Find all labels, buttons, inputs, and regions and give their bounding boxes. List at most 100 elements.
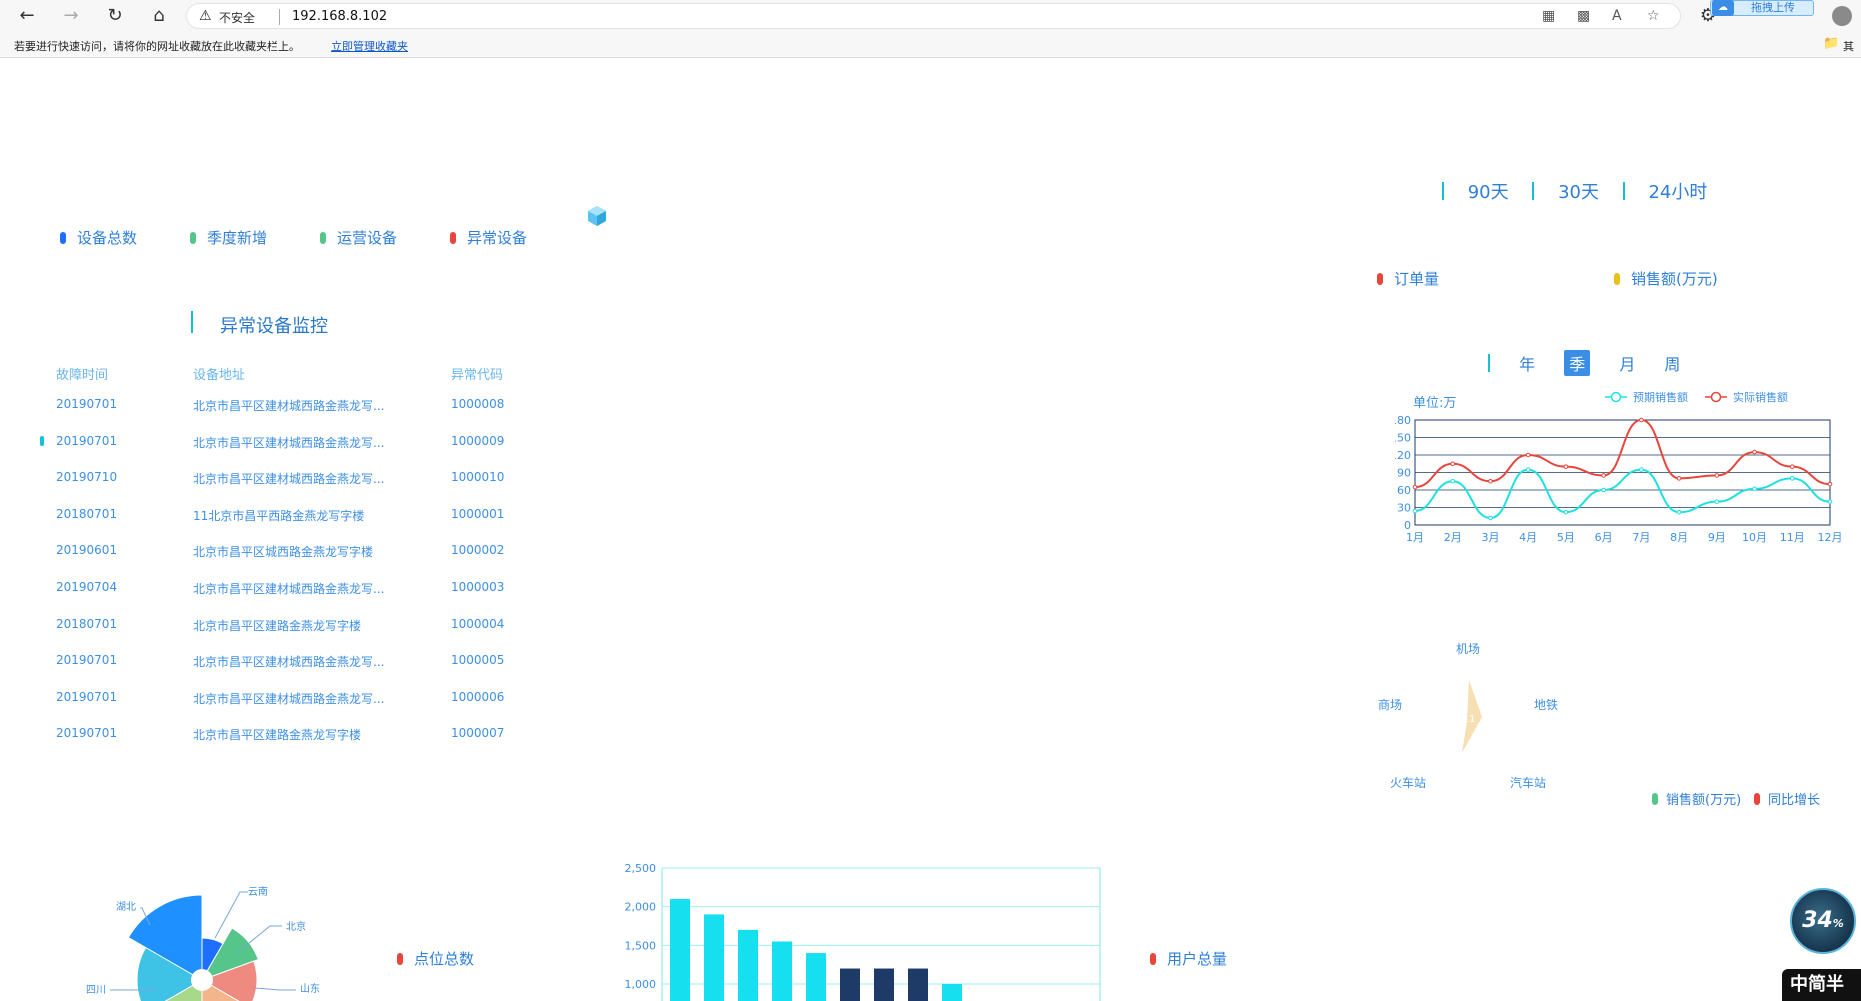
badge-unit: %: [1832, 917, 1844, 930]
selected-row-marker: [40, 436, 44, 446]
x-tick-label: 2月: [1444, 531, 1462, 544]
legend-dot: [190, 232, 196, 244]
legend-operating-devices[interactable]: 运营设备: [320, 227, 397, 248]
x-tick-label: 11月: [1780, 531, 1805, 544]
x-tick-label: 7月: [1632, 531, 1650, 544]
tab-month[interactable]: 月: [1619, 351, 1635, 375]
legend-sales-volume[interactable]: 销售额(万元): [1652, 789, 1741, 808]
qr-icon[interactable]: ▩: [1577, 8, 1590, 24]
legend-quarter-new[interactable]: 季度新增: [190, 227, 267, 248]
legend-point-total[interactable]: 点位总数: [397, 948, 474, 969]
series-point: [1563, 464, 1569, 469]
x-tick-label: 1月: [1406, 531, 1424, 544]
tab-divider: [1532, 182, 1535, 200]
folder-icon[interactable]: 📁: [1823, 36, 1839, 51]
bar: [670, 898, 690, 1001]
url-text[interactable]: 192.168.8.102: [292, 9, 387, 24]
legend-dot: [1652, 793, 1658, 805]
y-tick-label: 90: [1397, 467, 1411, 480]
table-cell-code: 1000001: [451, 506, 505, 521]
y-tick-label: 2,000: [625, 901, 657, 914]
rose-label: 四川: [86, 985, 106, 996]
legend-order-count[interactable]: 订单量: [1377, 268, 1439, 289]
profile-avatar[interactable]: [1832, 6, 1852, 26]
table-cell-address: 北京市昌平区建材城西路金燕龙写...: [193, 691, 385, 706]
app-available-icon[interactable]: ▦: [1542, 8, 1555, 24]
legend-label: 同比增长: [1768, 793, 1821, 808]
y-tick-label: 150: [1395, 432, 1411, 445]
legend-label: 季度新增: [207, 229, 268, 247]
legend-dot: [1614, 273, 1620, 285]
tab-season[interactable]: 季: [1564, 350, 1591, 376]
favorite-icon[interactable]: ☆: [1647, 8, 1660, 24]
table-cell-code: 1000003: [451, 580, 505, 594]
table-cell-code: 1000010: [451, 470, 505, 485]
address-separator: [279, 9, 280, 25]
abnormal-table-title: 异常设备监控: [220, 316, 328, 337]
back-icon[interactable]: ←: [14, 4, 40, 28]
tab-divider: [1622, 182, 1625, 200]
read-aloud-icon[interactable]: A: [1612, 8, 1622, 24]
tab-30-days[interactable]: 30天: [1558, 182, 1599, 203]
legend-label: 运营设备: [337, 229, 398, 247]
y-tick-label: 180: [1395, 414, 1411, 427]
cube-icon: [588, 206, 606, 226]
series-point: [1752, 449, 1757, 455]
series-point: [1601, 473, 1606, 478]
table-cell-time: 20190701: [56, 726, 118, 741]
series-point: [1789, 464, 1795, 469]
refresh-icon[interactable]: ↻: [102, 4, 128, 28]
rose-label-line: [254, 987, 296, 991]
address-bar[interactable]: ⚠ 不安全 192.168.8.102 ▦ ▩ A ☆: [186, 3, 1681, 29]
legend-dot: [1754, 793, 1760, 805]
table-cell-address: 北京市昌平区建路金燕龙写字楼: [193, 728, 362, 743]
tab-year[interactable]: 年: [1519, 351, 1535, 375]
input-method-indicator[interactable]: 中简半: [1782, 969, 1861, 1001]
series-point: [1714, 473, 1720, 478]
legend-label: 异常设备: [467, 229, 528, 247]
forward-icon[interactable]: →: [58, 4, 84, 28]
y-tick-label: 1,500: [625, 939, 657, 952]
performance-badge[interactable]: 34%: [1790, 888, 1856, 954]
other-favorites[interactable]: 其: [1843, 38, 1854, 54]
legend-dot: [397, 953, 403, 965]
table-cell-code: 1000002: [451, 543, 505, 558]
series-point: [1714, 499, 1720, 504]
bar: [772, 941, 792, 1001]
legend-marker: [1610, 391, 1622, 403]
legend-total-devices[interactable]: 设备总数: [60, 227, 137, 248]
series-point: [1639, 467, 1644, 472]
legend-label: 订单量: [1394, 270, 1440, 288]
series-line: [1414, 418, 1831, 489]
legend-dot: [1150, 953, 1156, 965]
table-cell-time: 20190701: [56, 433, 118, 448]
rose-label: 北京: [286, 920, 306, 933]
security-label[interactable]: 不安全: [219, 9, 255, 26]
series-point: [1412, 508, 1418, 514]
legend-marker: [1710, 391, 1722, 403]
tab-week[interactable]: 周: [1664, 351, 1680, 375]
legend-abnormal-devices[interactable]: 异常设备: [450, 227, 527, 248]
radar-center-value: 11: [1463, 714, 1476, 725]
series-point: [1488, 515, 1493, 521]
manage-favorites-link[interactable]: 立即管理收藏夹: [331, 38, 408, 54]
home-icon[interactable]: ⌂: [146, 4, 172, 28]
tab-90-days[interactable]: 90天: [1468, 182, 1509, 203]
series-point: [1525, 452, 1531, 458]
radar-axis-label: 火车站: [1390, 775, 1426, 790]
series-point: [1412, 484, 1418, 490]
legend-sales-amount[interactable]: 销售额(万元): [1614, 268, 1718, 289]
legend-label: 用户总量: [1167, 950, 1228, 968]
radar-axis-label: 汽车站: [1510, 775, 1546, 790]
table-cell-code: 1000007: [451, 726, 505, 741]
y-tick-label: 120: [1395, 449, 1411, 462]
location-radar-chart: 机场商场 地铁火车站 汽车站 11: [1378, 642, 1558, 790]
browser-toolbar: ← → ↻ ⌂ ⚠ 不安全 192.168.8.102 ▦ ▩ A ☆ ⚙ 拖拽…: [0, 0, 1861, 32]
legend-user-total[interactable]: 用户总量: [1150, 948, 1227, 969]
tab-24-hours[interactable]: 24小时: [1648, 182, 1707, 203]
province-rose-chart: 云南北京山东 四川 湖北: [86, 885, 320, 1001]
legend-yoy-growth[interactable]: 同比增长: [1754, 789, 1820, 808]
legend-series-label: 实际销售额: [1733, 390, 1788, 404]
bar-chart: 1,000 1,500 2,000 2,500: [625, 862, 1101, 1001]
bar: [840, 968, 860, 1001]
